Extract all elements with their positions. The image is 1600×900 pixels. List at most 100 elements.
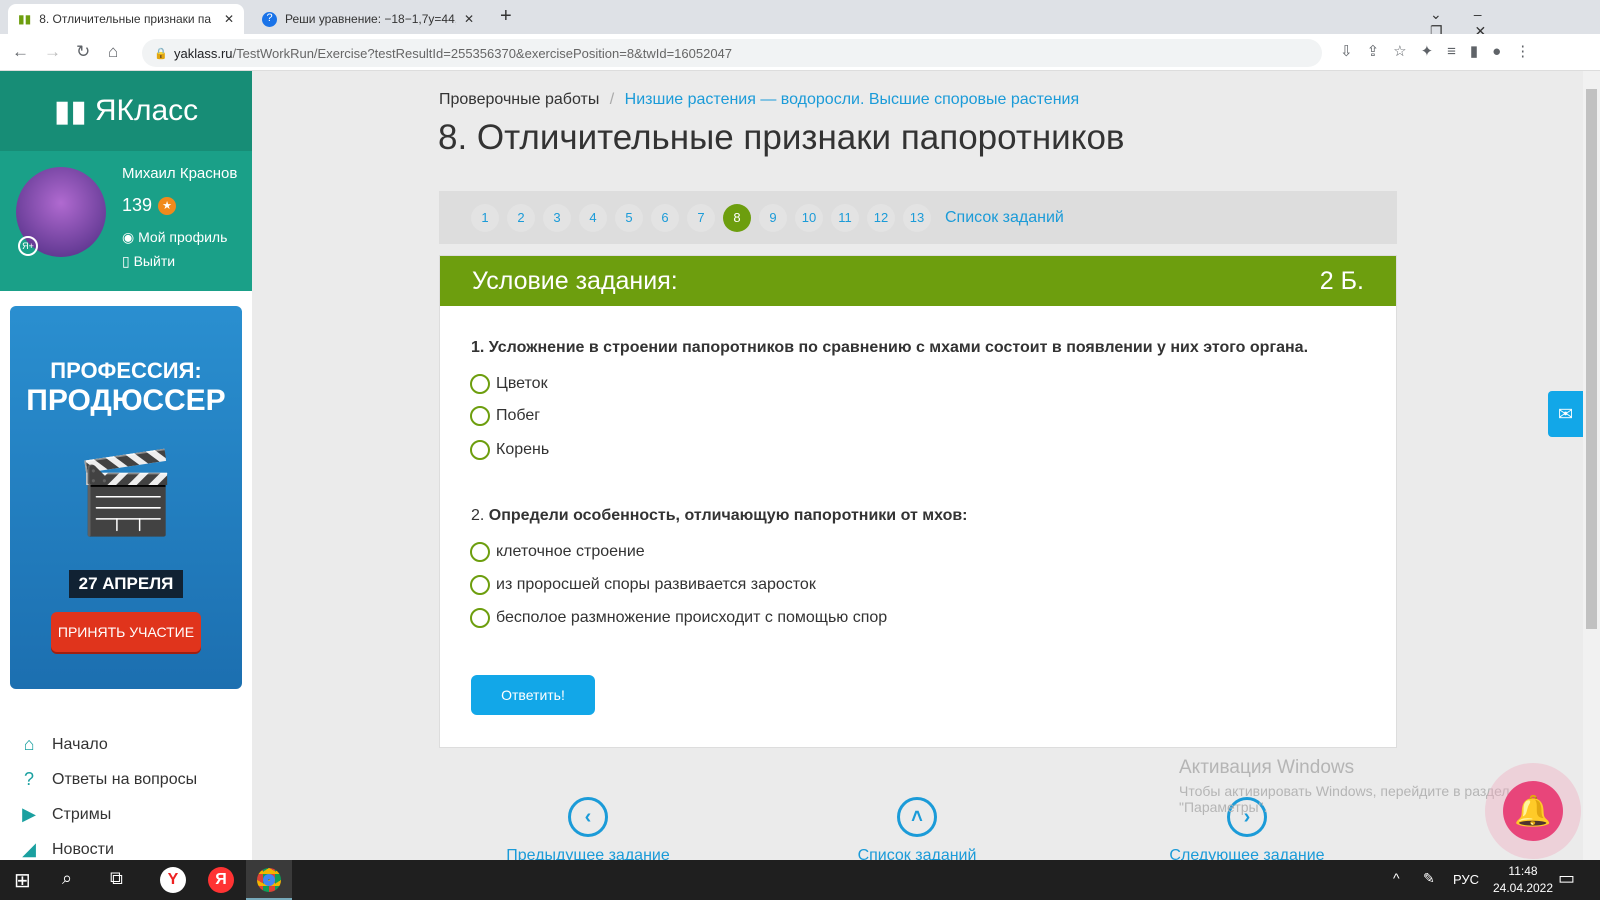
ad-date: 27 АПРЕЛЯ bbox=[69, 570, 183, 598]
page-11-button[interactable]: 11 bbox=[831, 203, 859, 232]
option-label: бесполое размножение происходит с помощь… bbox=[496, 609, 888, 626]
action-center-icon[interactable]: ▭ bbox=[1558, 868, 1575, 889]
notification-bell-button[interactable]: 🔔 bbox=[1503, 781, 1563, 841]
url-input[interactable]: 🔒 yaklass.ru/TestWorkRun/Exercise?testRe… bbox=[142, 39, 1322, 67]
option-label: из проросшей споры развивается заросток bbox=[496, 576, 816, 593]
task-list-link[interactable]: Список заданий bbox=[945, 209, 1064, 227]
close-tab-icon[interactable]: ✕ bbox=[224, 12, 234, 26]
page-1-button[interactable]: 1 bbox=[471, 203, 499, 232]
logout-label: Выйти bbox=[133, 253, 176, 269]
q2-option[interactable]: бесполое размножение происходит с помощь… bbox=[470, 608, 887, 628]
ad-line1: ПРОФЕССИЯ: bbox=[50, 358, 202, 383]
task-score: 2 Б. bbox=[1319, 266, 1364, 295]
page-2-button[interactable]: 2 bbox=[507, 203, 535, 232]
close-tab-icon[interactable]: ✕ bbox=[464, 12, 474, 26]
radio-button[interactable] bbox=[470, 374, 490, 394]
new-tab-icon[interactable]: + bbox=[500, 5, 512, 28]
page-9-button[interactable]: 9 bbox=[759, 203, 787, 232]
logo-text: ЯКласс bbox=[94, 94, 199, 127]
search-icon[interactable]: ⌕ bbox=[62, 868, 72, 889]
tab-second[interactable]: ? Реши уравнение: −18−1,7y=44,4 ✕ bbox=[252, 4, 484, 34]
mail-icon: ✉ bbox=[1557, 403, 1574, 424]
yandex-icon[interactable]: Я bbox=[208, 867, 234, 893]
sidebar-item-home[interactable]: ⌂ Начало bbox=[18, 734, 108, 756]
ad-banner[interactable]: ПРОФЕССИЯ: ПРОДЮСCЕР 🎬 27 АПРЕЛЯ ПРИНЯТЬ… bbox=[10, 306, 242, 689]
page-13-button[interactable]: 13 bbox=[903, 203, 931, 232]
q1-option[interactable]: Побег bbox=[470, 406, 540, 426]
radio-button[interactable] bbox=[470, 575, 490, 595]
question-1: 1. Усложнение в строении папоротников по… bbox=[471, 339, 1309, 356]
tab-title: Реши уравнение: −18−1,7y=44,4 bbox=[285, 12, 456, 26]
language-indicator[interactable]: РУС bbox=[1453, 872, 1479, 887]
page-10-button[interactable]: 10 bbox=[795, 203, 823, 232]
radio-button[interactable] bbox=[470, 440, 490, 460]
page-title: 8. Отличительные признаки папоротников bbox=[438, 118, 1125, 157]
chrome-icon bbox=[257, 868, 281, 892]
url-path: /TestWorkRun/Exercise?testResultId=25535… bbox=[232, 45, 733, 61]
mail-feedback-button[interactable]: ✉ bbox=[1548, 391, 1583, 437]
task-list-link[interactable]: ˄ Список заданий bbox=[807, 797, 1027, 865]
nav-label: Начало bbox=[52, 736, 108, 753]
page-7-button[interactable]: 7 bbox=[687, 203, 715, 232]
sidebar-item-streams[interactable]: ▶ Стримы bbox=[18, 804, 111, 826]
clapperboard-icon: 🎬 bbox=[76, 448, 176, 537]
browser-tab-bar: ▮▮ 8. Отличительные признаки па ✕ ? Реши… bbox=[0, 0, 1600, 39]
book-icon: ▮▮ bbox=[53, 94, 87, 128]
page-5-button[interactable]: 5 bbox=[615, 203, 643, 232]
reload-icon[interactable]: ↻ bbox=[76, 42, 90, 62]
yandex-browser-icon[interactable]: Y bbox=[160, 867, 186, 893]
sidebar-item-news[interactable]: ◢ Новости bbox=[18, 839, 114, 861]
q2-option[interactable]: клеточное строение bbox=[470, 542, 645, 562]
back-icon[interactable]: ← bbox=[12, 42, 29, 62]
logout-link[interactable]: ▯ Выйти bbox=[122, 253, 175, 270]
ad-line2: ПРОДЮСCЕР bbox=[26, 384, 226, 417]
page-12-button[interactable]: 12 bbox=[867, 203, 895, 232]
radio-button[interactable] bbox=[470, 406, 490, 426]
task-view-icon[interactable]: ⧉ bbox=[110, 868, 123, 889]
main-content: Проверочные работы / Низшие растения — в… bbox=[252, 71, 1583, 864]
q1-option[interactable]: Цветок bbox=[470, 374, 548, 394]
home-icon[interactable]: ⌂ bbox=[108, 42, 118, 62]
plus-badge-icon: Я+ bbox=[18, 236, 38, 256]
windows-start-icon[interactable]: ⊞ bbox=[14, 868, 31, 893]
submit-answer-button[interactable]: Ответить! bbox=[471, 675, 595, 715]
browser-toolbar-icons[interactable]: ⇩⇪☆✦≡▮●⋮ bbox=[1340, 42, 1544, 60]
bell-icon: 🔔 bbox=[1514, 794, 1552, 828]
nav-label: Ответы на вопросы bbox=[52, 771, 198, 788]
prev-task-link[interactable]: ‹ Предыдущее задание bbox=[478, 797, 698, 865]
question-icon: ? bbox=[23, 769, 34, 789]
page-3-button[interactable]: 3 bbox=[543, 203, 571, 232]
page-4-button[interactable]: 4 bbox=[579, 203, 607, 232]
option-label: Побег bbox=[496, 407, 541, 424]
forward-icon[interactable]: → bbox=[44, 42, 61, 62]
profile-panel: Я+ Михаил Краснов 139 ★ ◉ Мой профиль ▯ В… bbox=[0, 151, 252, 291]
page-6-button[interactable]: 6 bbox=[651, 203, 679, 232]
sidebar-item-answers[interactable]: ? Ответы на вопросы bbox=[18, 769, 197, 791]
q2-option[interactable]: из проросшей споры развивается заросток bbox=[470, 575, 816, 595]
tab-active[interactable]: ▮▮ 8. Отличительные признаки па ✕ bbox=[8, 4, 244, 34]
lock-icon: 🔒 bbox=[154, 47, 168, 60]
task-header-title: Условие задания: bbox=[472, 266, 678, 295]
taskbar: ⊞ ⌕ ⧉ Y Я ^ ✎ РУС 11:48 24.04.2022 ▭ bbox=[0, 860, 1600, 900]
question-2-number: 2. bbox=[471, 507, 485, 524]
clock[interactable]: 11:48 24.04.2022 bbox=[1488, 864, 1558, 895]
next-task-link[interactable]: › Следующее задание bbox=[1137, 797, 1357, 865]
page-8-button[interactable]: 8 bbox=[723, 203, 751, 232]
ad-participate-button[interactable]: ПРИНЯТЬ УЧАСТИЕ bbox=[51, 612, 201, 652]
logo[interactable]: ▮▮ ЯКласс bbox=[0, 71, 252, 151]
megaphone-icon: ◢ bbox=[22, 839, 36, 859]
play-icon: ▶ bbox=[22, 804, 36, 824]
radio-button[interactable] bbox=[470, 608, 490, 628]
tray-chevron-icon[interactable]: ^ bbox=[1393, 870, 1400, 886]
pen-icon[interactable]: ✎ bbox=[1423, 870, 1435, 887]
breadcrumb-section[interactable]: Низшие растения — водоросли. Высшие спор… bbox=[625, 91, 1079, 108]
scrollbar-thumb[interactable] bbox=[1586, 89, 1597, 629]
scrollbar[interactable] bbox=[1583, 71, 1600, 860]
chevron-up-icon: ˄ bbox=[897, 797, 937, 837]
radio-button[interactable] bbox=[470, 542, 490, 562]
chrome-taskbar-button[interactable] bbox=[246, 860, 292, 900]
my-profile-link[interactable]: ◉ Мой профиль bbox=[122, 229, 227, 246]
q1-option[interactable]: Корень bbox=[470, 440, 549, 460]
breadcrumb-root[interactable]: Проверочные работы bbox=[439, 91, 599, 108]
help-favicon-icon: ? bbox=[262, 11, 277, 27]
